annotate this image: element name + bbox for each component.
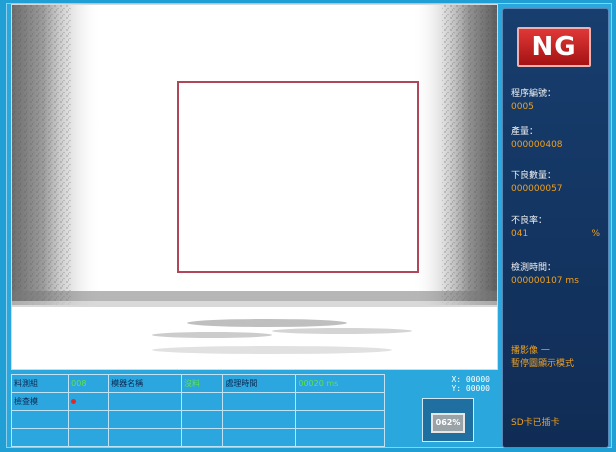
- table-cell: [68, 410, 110, 429]
- table-cell: [108, 392, 183, 411]
- inspect-time-unit: ms: [565, 276, 579, 286]
- output-stat: 產量： 000000408: [511, 126, 606, 152]
- output-value: 000000408: [511, 140, 563, 150]
- zoom-control[interactable]: 062%: [422, 398, 474, 442]
- table-cell: [295, 392, 385, 411]
- table-cell: 檢查模: [10, 392, 70, 411]
- program-no-value: 0005: [511, 102, 534, 112]
- table-cell: [222, 410, 297, 429]
- table-cell: [181, 392, 224, 411]
- table-cell: [222, 428, 297, 447]
- table-cell: 料測組: [10, 374, 70, 393]
- table-cell: 模器名稱: [108, 374, 183, 393]
- zoom-level[interactable]: 062%: [431, 413, 465, 433]
- camera-view[interactable]: [11, 4, 498, 370]
- status-panel: NG 程序編號： 0005 產量： 000000408 下良數量： 000000…: [502, 8, 609, 448]
- output-label: 產量：: [511, 127, 539, 137]
- table-cell: 沒料: [181, 374, 224, 393]
- table-cell: [181, 410, 224, 429]
- inspect-time-value: 000000107 ms: [511, 275, 606, 288]
- cursor-coordinates: X: 00000 Y: 00000: [420, 375, 490, 393]
- table-cell: 00020 ms: [295, 374, 385, 393]
- table-cell: [108, 410, 183, 429]
- table-row: 檢查模: [10, 392, 385, 411]
- inspection-roi-box[interactable]: [177, 81, 419, 273]
- inspect-time-stat: 檢測時間： 000000107 ms: [511, 262, 606, 288]
- table-row: 料測組 008 模器名稱 沒料 處理時間 00020 ms: [10, 374, 385, 393]
- table-row: [10, 428, 385, 447]
- sd-card-status: SD卡已插卡: [511, 418, 560, 428]
- status-dot-icon: [71, 399, 77, 404]
- result-badge: NG: [517, 27, 591, 67]
- defect-rate-stat: 不良率： 041 %: [511, 215, 606, 241]
- table-cell: [181, 428, 224, 447]
- defect-rate-label: 不良率：: [511, 216, 548, 226]
- coord-x: X: 00000: [451, 375, 490, 384]
- table-cell: [295, 410, 385, 429]
- table-row: [10, 410, 385, 429]
- table-cell: [68, 392, 110, 411]
- table-cell: [295, 428, 385, 447]
- program-no-label: 程序編號：: [511, 89, 557, 99]
- defect-count-label: 下良數量：: [511, 171, 557, 181]
- defect-count-stat: 下良數量： 000000057: [511, 170, 606, 196]
- display-mode-line1: 播影像 一: [511, 346, 550, 356]
- display-mode-line2: 暫停圖顯示模式: [511, 359, 575, 369]
- table-cell: [222, 392, 297, 411]
- defect-rate-unit: %: [591, 229, 600, 239]
- info-table: 料測組 008 模器名稱 沒料 處理時間 00020 ms 檢查模: [10, 374, 385, 447]
- program-no-stat: 程序編號： 0005: [511, 88, 606, 114]
- inspect-time-label: 檢測時間：: [511, 263, 557, 273]
- defect-count-value: 000000057: [511, 184, 563, 194]
- table-cell: [10, 410, 70, 429]
- table-cell: 008: [68, 374, 110, 393]
- inspect-time-number: 000000107: [511, 276, 563, 286]
- table-cell: [68, 428, 110, 447]
- table-cell: [108, 428, 183, 447]
- display-mode[interactable]: 播影像 一 暫停圖顯示模式: [511, 345, 606, 371]
- coord-y: Y: 00000: [451, 384, 490, 393]
- table-cell: 處理時間: [222, 374, 297, 393]
- table-cell: [10, 428, 70, 447]
